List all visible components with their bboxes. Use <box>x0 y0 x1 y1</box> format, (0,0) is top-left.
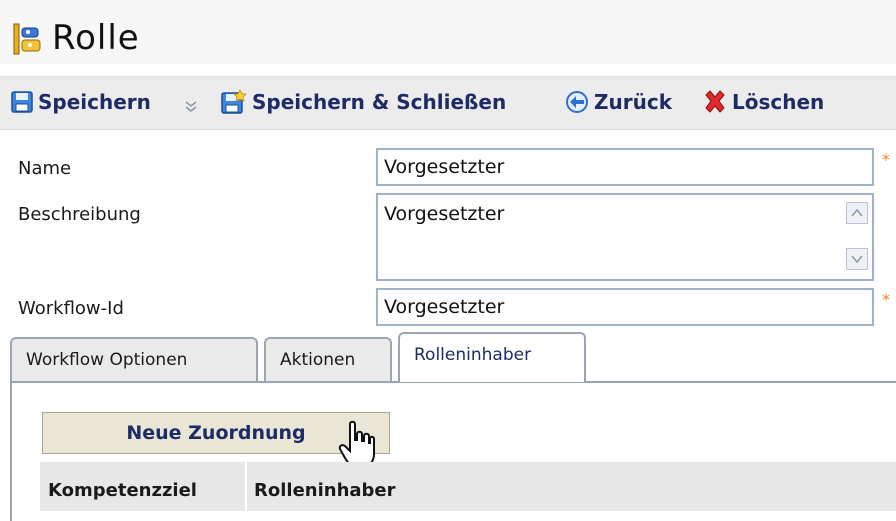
column-header-competence-goal[interactable]: Kompetenzziel <box>48 480 197 501</box>
save-label: Speichern <box>38 90 151 114</box>
required-marker: * <box>882 150 890 169</box>
column-divider <box>245 462 247 511</box>
delete-button[interactable]: Löschen <box>702 89 824 115</box>
description-label: Beschreibung <box>18 204 141 225</box>
scroll-up-button[interactable] <box>846 202 868 224</box>
name-input[interactable]: Vorgesetzter <box>376 148 874 186</box>
title-bar: Rolle <box>0 0 896 64</box>
workflow-id-input[interactable]: Vorgesetzter <box>376 288 874 326</box>
scroll-down-button[interactable] <box>846 248 868 270</box>
required-marker: * <box>882 290 890 309</box>
chevron-down-icon <box>185 101 197 112</box>
delete-x-icon <box>705 90 725 113</box>
save-button[interactable]: Speichern <box>10 89 151 115</box>
delete-label: Löschen <box>732 90 825 114</box>
back-label: Zurück <box>594 90 672 114</box>
arrow-up-icon <box>851 208 863 217</box>
tab-workflow-options[interactable]: Workflow Optionen <box>10 337 258 383</box>
save-close-button[interactable]: Speichern & Schließen <box>220 89 506 115</box>
page-title: Rolle <box>52 18 140 58</box>
tab-role-holders[interactable]: Rolleninhaber <box>398 332 586 382</box>
table-header-row: Kompetenzziel Rolleninhaber <box>40 462 896 511</box>
column-header-role-holder[interactable]: Rolleninhaber <box>254 480 396 501</box>
save-icon <box>11 91 33 113</box>
description-textarea[interactable]: Vorgesetzter <box>376 193 874 281</box>
name-label: Name <box>18 158 72 179</box>
back-button[interactable]: Zurück <box>564 89 672 115</box>
role-icon <box>13 23 41 55</box>
tab-actions[interactable]: Aktionen <box>264 337 392 383</box>
arrow-down-icon <box>851 255 863 264</box>
back-arrow-icon <box>566 91 588 113</box>
save-dropdown-toggle[interactable] <box>183 93 199 119</box>
save-close-icon <box>221 89 247 114</box>
toolbar: Speichern Speichern & Schließen Zurück L… <box>0 76 896 130</box>
workflow-id-label: Workflow-Id <box>18 298 124 319</box>
save-close-label: Speichern & Schließen <box>252 90 507 114</box>
